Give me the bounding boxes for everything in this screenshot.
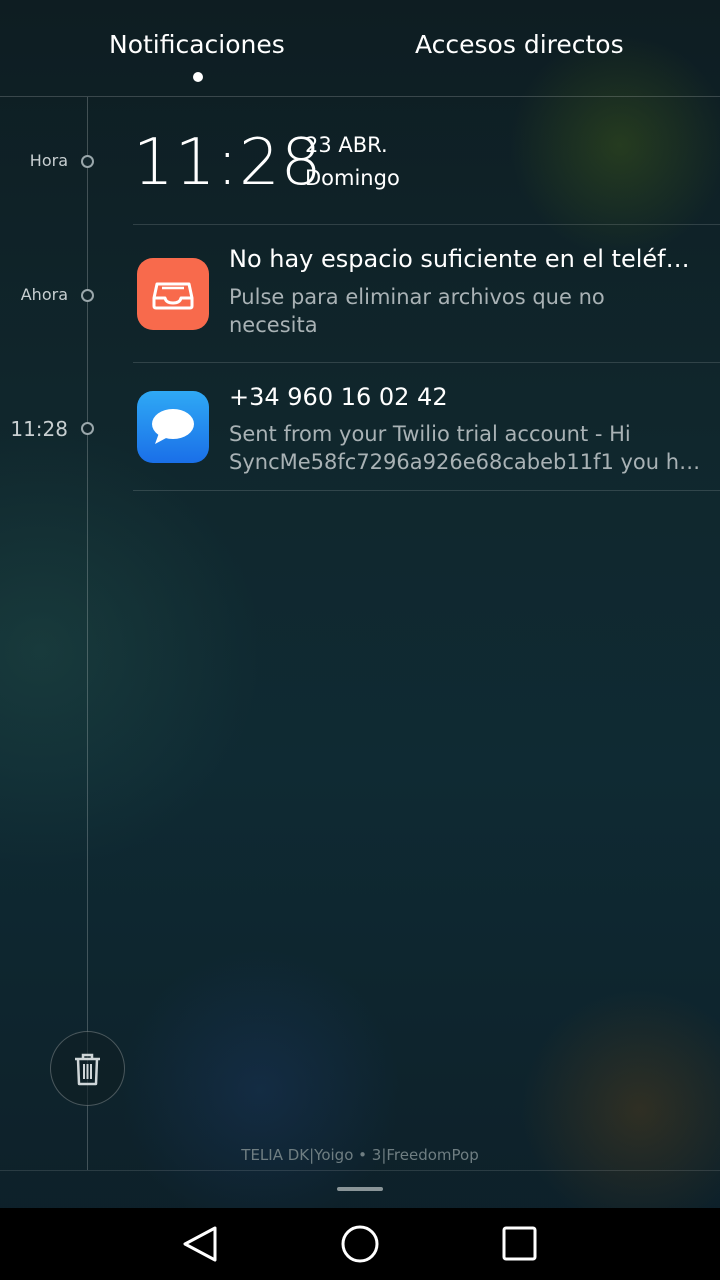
recents-button[interactable] bbox=[470, 1208, 570, 1280]
divider bbox=[133, 490, 720, 491]
notification-body-line2: necesita bbox=[229, 313, 318, 337]
tab-notifications[interactable]: Notificaciones bbox=[109, 30, 285, 59]
storage-tray-icon bbox=[137, 258, 209, 330]
notification-title: +34 960 16 02 42 bbox=[229, 383, 448, 411]
timeline-dot bbox=[81, 422, 94, 435]
tabs-divider bbox=[0, 96, 720, 97]
carrier-label: TELIA DK|Yoigo • 3|FreedomPop bbox=[241, 1146, 479, 1164]
notification-body-line1: Pulse para eliminar archivos que no bbox=[229, 285, 605, 309]
notification-shade-tabs: Notificaciones Accesos directos bbox=[0, 0, 720, 96]
active-tab-indicator bbox=[193, 72, 203, 82]
recents-square-icon bbox=[502, 1226, 537, 1261]
home-button[interactable] bbox=[310, 1208, 410, 1280]
timeline-label-time: 11:28 bbox=[10, 417, 68, 441]
clear-all-button[interactable] bbox=[50, 1031, 125, 1106]
notification-body-line1: Sent from your Twilio trial account - Hi bbox=[229, 422, 631, 446]
timeline-dot bbox=[81, 289, 94, 302]
divider bbox=[133, 362, 720, 363]
divider bbox=[133, 224, 720, 225]
timeline-label-ahora: Ahora bbox=[20, 285, 68, 304]
trash-icon bbox=[75, 1053, 100, 1086]
clock-date: 23 ABR. bbox=[305, 133, 388, 157]
timeline-line bbox=[87, 97, 88, 1170]
timeline-label-hora: Hora bbox=[29, 151, 68, 170]
home-circle-icon bbox=[341, 1225, 379, 1263]
tab-shortcuts[interactable]: Accesos directos bbox=[415, 30, 624, 59]
divider bbox=[0, 1170, 720, 1171]
notification-body-line2: SyncMe58fc7296a926e68cabeb11f1 you have … bbox=[229, 450, 704, 474]
message-bubble-icon bbox=[137, 391, 209, 463]
back-triangle-icon bbox=[183, 1226, 217, 1262]
clock-weekday: Domingo bbox=[305, 166, 400, 190]
timeline-dot bbox=[81, 155, 94, 168]
back-button[interactable] bbox=[150, 1208, 250, 1280]
drag-handle[interactable] bbox=[337, 1187, 383, 1191]
navigation-bar bbox=[0, 1208, 720, 1280]
clock-time: 11:28 bbox=[133, 126, 323, 200]
notification-title: No hay espacio suficiente en el teléfono bbox=[229, 245, 704, 273]
